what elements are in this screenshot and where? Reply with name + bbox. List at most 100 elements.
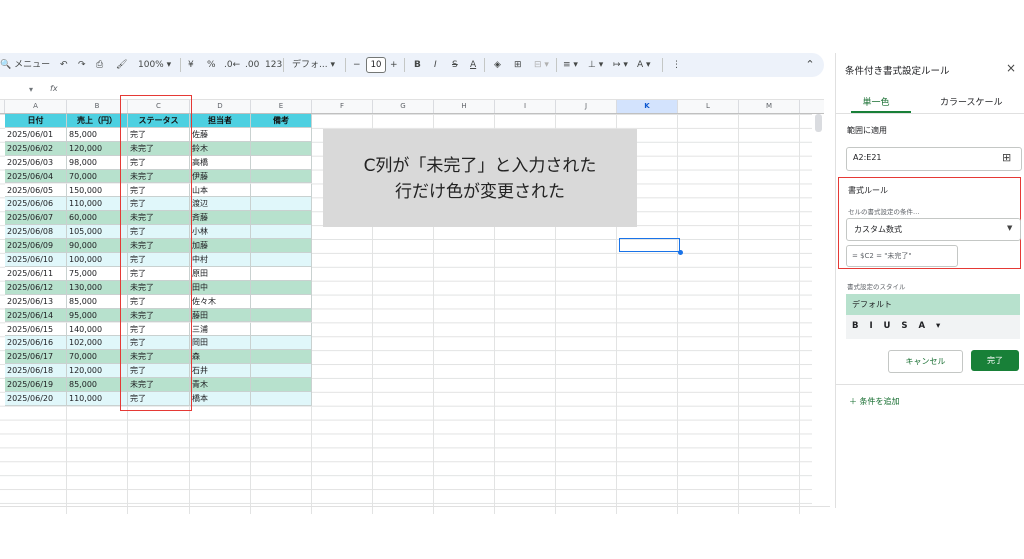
table-cell[interactable]: 2025/06/03 — [5, 155, 67, 170]
collapse-toolbar-icon[interactable]: ⌃ — [800, 53, 820, 77]
table-cell[interactable]: 70,000 — [67, 169, 128, 184]
column-header-g[interactable]: G — [373, 100, 434, 113]
column-header-f[interactable]: F — [312, 100, 373, 113]
table-cell[interactable]: 75,000 — [67, 266, 128, 281]
table-cell[interactable]: 98,000 — [67, 155, 128, 170]
column-header-k[interactable]: K — [617, 100, 678, 113]
column-header-m[interactable]: M — [739, 100, 800, 113]
more-options-icon[interactable]: ⋮ — [672, 53, 681, 77]
currency-button[interactable]: ¥ — [188, 53, 194, 77]
fill-color-icon[interactable]: ◈ — [494, 53, 501, 77]
table-cell[interactable]: 2025/06/09 — [5, 239, 67, 253]
table-cell[interactable]: 伊藤 — [190, 169, 251, 184]
column-header-d[interactable]: D — [190, 100, 251, 113]
header-cell[interactable]: 担当者 — [190, 114, 251, 128]
table-cell[interactable]: 加藤 — [190, 239, 251, 253]
table-cell[interactable]: 60,000 — [67, 211, 128, 226]
font-size-decrease-icon[interactable]: − — [353, 53, 361, 77]
column-header-l[interactable]: L — [678, 100, 739, 113]
close-icon[interactable]: × — [1006, 61, 1016, 75]
table-cell[interactable] — [251, 225, 312, 240]
table-cell[interactable]: 佐藤 — [190, 127, 251, 142]
table-cell[interactable]: 95,000 — [67, 308, 128, 323]
text-color-button[interactable]: A — [470, 53, 476, 77]
table-cell[interactable] — [251, 197, 312, 212]
redo-icon[interactable]: ↷ — [78, 53, 86, 77]
table-cell[interactable]: 105,000 — [67, 225, 128, 240]
font-size-increase-icon[interactable]: + — [390, 53, 398, 77]
table-cell[interactable]: 青木 — [190, 378, 251, 392]
table-cell[interactable] — [251, 322, 312, 337]
table-cell[interactable] — [251, 155, 312, 170]
table-cell[interactable]: 高橋 — [190, 155, 251, 170]
undo-icon[interactable]: ↶ — [60, 53, 68, 77]
table-cell[interactable]: 三浦 — [190, 322, 251, 337]
table-cell[interactable]: 岡田 — [190, 336, 251, 351]
table-cell[interactable]: 小林 — [190, 225, 251, 240]
table-cell[interactable] — [251, 127, 312, 142]
table-cell[interactable]: 2025/06/08 — [5, 225, 67, 240]
merge-cells-icon[interactable]: ⊟ ▾ — [534, 53, 549, 77]
column-header-j[interactable]: J — [556, 100, 617, 113]
table-cell[interactable] — [251, 253, 312, 267]
table-cell[interactable]: 150,000 — [67, 183, 128, 198]
font-select[interactable]: デフォ... ▾ — [292, 53, 335, 77]
bold-button[interactable]: B — [414, 53, 421, 77]
print-icon[interactable]: ⎙ — [96, 53, 103, 77]
table-cell[interactable]: 2025/06/16 — [5, 336, 67, 351]
table-cell[interactable]: 2025/06/05 — [5, 183, 67, 198]
name-box-dropdown-icon[interactable]: ▾ — [29, 85, 33, 94]
table-cell[interactable]: 85,000 — [67, 294, 128, 309]
column-header-i[interactable]: I — [495, 100, 556, 113]
tab-color-scale[interactable]: カラースケール — [940, 95, 1003, 108]
text-rotation-icon[interactable]: A ▾ — [637, 53, 651, 77]
table-cell[interactable]: 斉藤 — [190, 211, 251, 226]
search-menu[interactable]: 🔍 メニュー — [0, 53, 50, 77]
tab-single-color[interactable]: 単一色 — [856, 95, 896, 108]
table-cell[interactable]: 原田 — [190, 266, 251, 281]
table-cell[interactable] — [251, 364, 312, 379]
table-cell[interactable] — [251, 350, 312, 365]
table-cell[interactable]: 2025/06/02 — [5, 141, 67, 156]
table-cell[interactable] — [251, 336, 312, 351]
table-cell[interactable] — [251, 183, 312, 198]
table-cell[interactable]: 2025/06/14 — [5, 308, 67, 323]
table-cell[interactable] — [251, 141, 312, 156]
table-cell[interactable] — [251, 266, 312, 281]
table-cell[interactable]: 2025/06/20 — [5, 392, 67, 406]
vertical-scrollbar[interactable] — [815, 114, 822, 132]
table-cell[interactable]: 2025/06/18 — [5, 364, 67, 379]
decrease-decimal-button[interactable]: .0← — [224, 53, 240, 77]
table-cell[interactable]: 120,000 — [67, 141, 128, 156]
table-cell[interactable]: 2025/06/11 — [5, 266, 67, 281]
table-cell[interactable]: 85,000 — [67, 127, 128, 142]
table-cell[interactable]: 森 — [190, 350, 251, 365]
table-cell[interactable] — [251, 294, 312, 309]
align-vertical-icon[interactable]: ⊥ ▾ — [588, 53, 603, 77]
header-cell[interactable]: 備考 — [251, 114, 312, 128]
header-cell[interactable]: 売上（円） — [67, 114, 128, 128]
table-cell[interactable]: 140,000 — [67, 322, 128, 337]
text-wrap-icon[interactable]: ↦ ▾ — [613, 53, 628, 77]
table-cell[interactable]: 100,000 — [67, 253, 128, 267]
fill-handle[interactable] — [678, 250, 683, 255]
selected-cell[interactable] — [619, 238, 683, 255]
table-cell[interactable]: 田中 — [190, 280, 251, 295]
condition-select[interactable]: カスタム数式 ▼ — [846, 218, 1021, 241]
column-header-b[interactable]: B — [67, 100, 128, 113]
table-cell[interactable]: 2025/06/19 — [5, 378, 67, 392]
table-cell[interactable]: 102,000 — [67, 336, 128, 351]
table-cell[interactable]: 藤田 — [190, 308, 251, 323]
percent-button[interactable]: % — [207, 53, 216, 77]
table-cell[interactable] — [251, 280, 312, 295]
table-cell[interactable]: 佐々木 — [190, 294, 251, 309]
table-cell[interactable]: 橋本 — [190, 392, 251, 406]
table-cell[interactable]: 2025/06/15 — [5, 322, 67, 337]
table-cell[interactable]: 130,000 — [67, 280, 128, 295]
select-range-icon[interactable]: ⊞ — [1002, 151, 1011, 164]
table-cell[interactable]: 2025/06/12 — [5, 280, 67, 295]
table-cell[interactable]: 2025/06/06 — [5, 197, 67, 212]
cancel-button[interactable]: キャンセル — [888, 350, 963, 373]
strikethrough-button[interactable]: S — [452, 53, 458, 77]
align-horizontal-icon[interactable]: ≡ ▾ — [563, 53, 578, 77]
